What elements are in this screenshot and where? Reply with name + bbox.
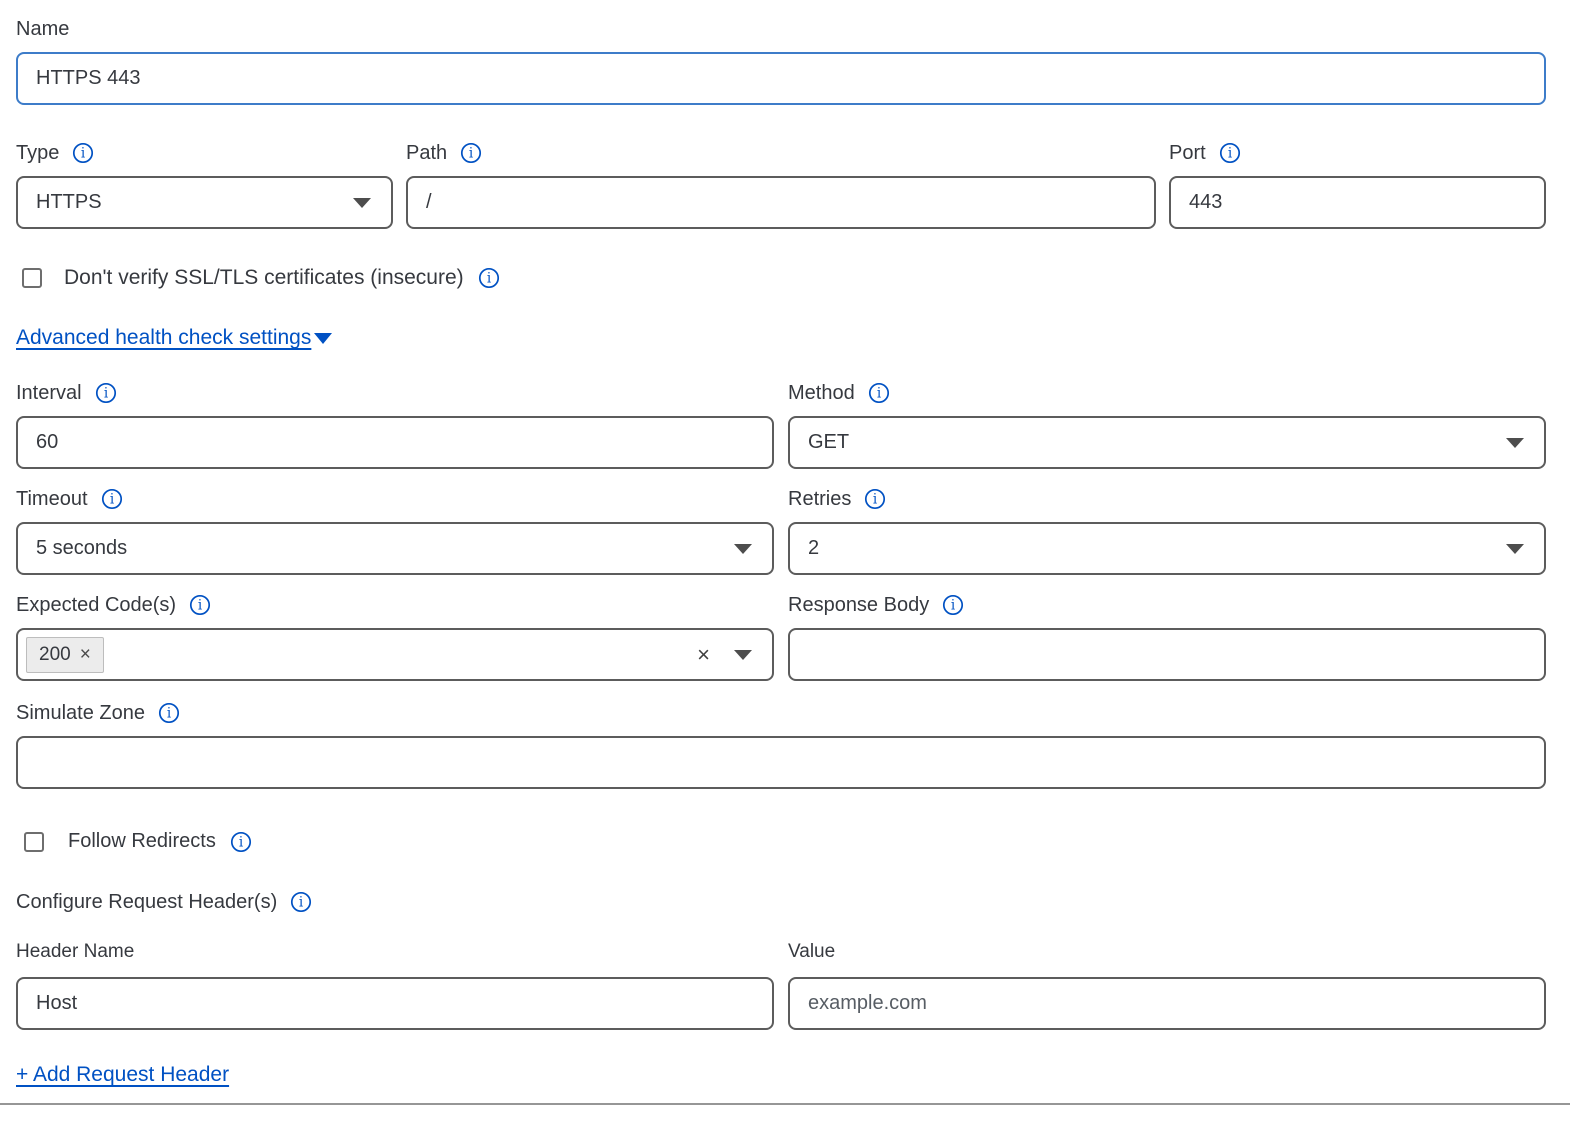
svg-text:i: i [239, 834, 244, 850]
info-icon[interactable]: i [478, 267, 500, 289]
retries-select-value: 2 [808, 537, 819, 560]
svg-text:i: i [299, 895, 304, 911]
retries-label: Retries [788, 486, 851, 512]
type-select-value: HTTPS [36, 191, 102, 214]
health-check-form: Name Type i HTTPS Path [0, 0, 1570, 1123]
configure-request-headers-heading: Configure Request Header(s) [16, 891, 277, 914]
chevron-down-icon [1506, 544, 1524, 554]
expected-codes-multiselect[interactable]: 200 × × [16, 628, 774, 681]
chevron-down-icon [1506, 438, 1524, 448]
timeout-select[interactable]: 5 seconds [16, 522, 774, 575]
interval-input[interactable] [16, 416, 774, 469]
section-divider [0, 1103, 1570, 1105]
clear-icon[interactable]: × [697, 644, 710, 666]
info-icon[interactable]: i [72, 142, 94, 164]
info-icon[interactable]: i [158, 702, 180, 724]
method-label: Method [788, 380, 855, 406]
advanced-settings-link[interactable]: Advanced health check settings [16, 326, 311, 350]
follow-redirects-label: Follow Redirects [68, 830, 216, 853]
port-input[interactable] [1169, 176, 1546, 229]
interval-label: Interval [16, 380, 82, 406]
port-label: Port [1169, 140, 1206, 166]
expected-codes-label: Expected Code(s) [16, 592, 176, 618]
method-select[interactable]: GET [788, 416, 1546, 469]
chevron-down-icon [734, 650, 752, 660]
svg-text:i: i [873, 492, 878, 508]
follow-redirects-checkbox[interactable] [24, 832, 44, 852]
svg-text:i: i [951, 598, 956, 614]
retries-select[interactable]: 2 [788, 522, 1546, 575]
header-name-input[interactable] [16, 977, 774, 1030]
method-select-value: GET [808, 431, 849, 454]
svg-text:i: i [167, 706, 172, 722]
svg-text:i: i [1228, 146, 1233, 162]
response-body-label: Response Body [788, 592, 929, 618]
info-icon[interactable]: i [868, 382, 890, 404]
response-body-field-group: Response Body i [788, 592, 1546, 681]
dont-verify-ssl-checkbox[interactable] [22, 268, 42, 288]
simulate-zone-field-group: Simulate Zone i [16, 700, 1546, 789]
name-label: Name [16, 16, 69, 42]
path-input[interactable] [406, 176, 1156, 229]
header-name-label: Header Name [16, 941, 774, 965]
add-request-header-link[interactable]: + Add Request Header [16, 1063, 229, 1086]
response-body-input[interactable] [788, 628, 1546, 681]
svg-text:i: i [103, 386, 108, 402]
info-icon[interactable]: i [101, 488, 123, 510]
dont-verify-ssl-label: Don't verify SSL/TLS certificates (insec… [64, 266, 464, 290]
type-select[interactable]: HTTPS [16, 176, 393, 229]
svg-text:i: i [81, 146, 86, 162]
info-icon[interactable]: i [230, 831, 252, 853]
svg-text:i: i [198, 598, 203, 614]
interval-field-group: Interval i [16, 380, 774, 469]
svg-text:i: i [469, 146, 474, 162]
info-icon[interactable]: i [460, 142, 482, 164]
path-field-group: Path i [406, 140, 1156, 229]
svg-text:i: i [109, 492, 114, 508]
chevron-down-icon [734, 544, 752, 554]
timeout-label: Timeout [16, 486, 88, 512]
simulate-zone-input[interactable] [16, 736, 1546, 789]
header-value-label: Value [788, 941, 1546, 965]
path-label: Path [406, 140, 447, 166]
info-icon[interactable]: i [290, 891, 312, 913]
header-value-field-group: Value [788, 941, 1546, 1030]
expected-code-tag-label: 200 [39, 644, 71, 666]
remove-tag-icon[interactable]: × [80, 645, 91, 664]
info-icon[interactable]: i [942, 594, 964, 616]
header-name-field-group: Header Name [16, 941, 774, 1030]
expected-code-tag: 200 × [26, 637, 104, 673]
chevron-down-icon[interactable] [314, 333, 332, 344]
type-field-group: Type i HTTPS [16, 140, 393, 229]
type-label: Type [16, 140, 59, 166]
info-icon[interactable]: i [95, 382, 117, 404]
svg-text:i: i [877, 386, 882, 402]
header-value-input[interactable] [788, 977, 1546, 1030]
expected-codes-field-group: Expected Code(s) i 200 × × [16, 592, 774, 681]
simulate-zone-label: Simulate Zone [16, 700, 145, 726]
retries-field-group: Retries i 2 [788, 486, 1546, 575]
info-icon[interactable]: i [189, 594, 211, 616]
method-field-group: Method i GET [788, 380, 1546, 469]
chevron-down-icon [353, 198, 371, 208]
timeout-select-value: 5 seconds [36, 537, 127, 560]
svg-text:i: i [486, 271, 491, 287]
info-icon[interactable]: i [864, 488, 886, 510]
info-icon[interactable]: i [1219, 142, 1241, 164]
port-field-group: Port i [1169, 140, 1546, 229]
name-input[interactable] [16, 52, 1546, 105]
timeout-field-group: Timeout i 5 seconds [16, 486, 774, 575]
